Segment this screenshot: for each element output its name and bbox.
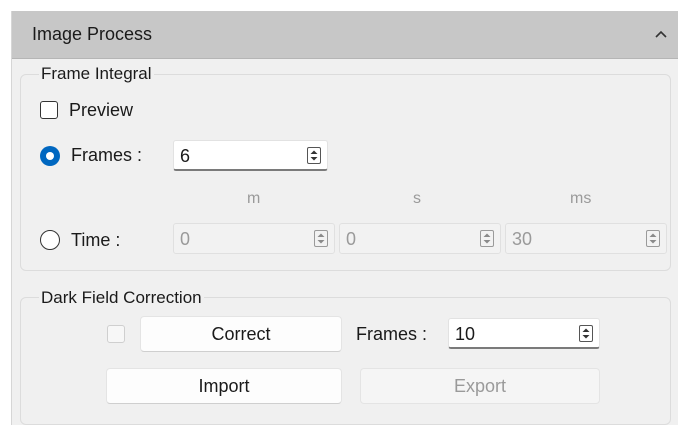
time-milliseconds-value: 30 [512,229,533,249]
time-label: Time : [71,230,121,250]
dark-field-frames-label: Frames : [356,324,428,344]
milliseconds-unit-label: ms [570,190,592,207]
minutes-unit-label: m [247,190,261,207]
frames-label: Frames : [71,145,143,165]
stepper-arrows-icon[interactable] [314,230,328,247]
frames-value: 6 [180,146,191,166]
import-button[interactable]: Import [106,368,342,404]
frames-stepper[interactable]: 6 [173,140,328,171]
image-process-panel: Image Process Frame Integral Preview Fra… [11,11,678,425]
screen: Image Process Frame Integral Preview Fra… [0,0,678,425]
dark-field-title: Dark Field Correction [39,288,204,308]
time-radio[interactable] [40,230,60,250]
dark-field-enable-checkbox[interactable] [107,325,125,343]
time-seconds-stepper[interactable]: 0 [339,223,501,254]
dark-field-group [20,297,671,425]
time-seconds-value: 0 [346,229,357,249]
stepper-arrows-icon[interactable] [579,325,593,342]
preview-label: Preview [69,100,134,120]
stepper-arrows-icon[interactable] [646,230,660,247]
panel-header[interactable]: Image Process [12,11,678,59]
time-milliseconds-stepper[interactable]: 30 [505,223,667,254]
export-button[interactable]: Export [360,368,600,404]
panel-title: Image Process [32,24,153,44]
stepper-arrows-icon[interactable] [307,147,321,164]
correct-button[interactable]: Correct [140,316,342,352]
frame-integral-title: Frame Integral [39,64,154,84]
time-minutes-value: 0 [180,229,191,249]
dark-field-frames-stepper[interactable]: 10 [448,318,600,349]
stepper-arrows-icon[interactable] [480,230,494,247]
time-minutes-stepper[interactable]: 0 [173,223,335,254]
frames-radio[interactable] [40,146,60,166]
dark-field-frames-value: 10 [455,324,476,344]
chevron-up-icon[interactable] [652,25,670,43]
seconds-unit-label: s [413,190,421,207]
preview-checkbox[interactable] [40,101,58,119]
